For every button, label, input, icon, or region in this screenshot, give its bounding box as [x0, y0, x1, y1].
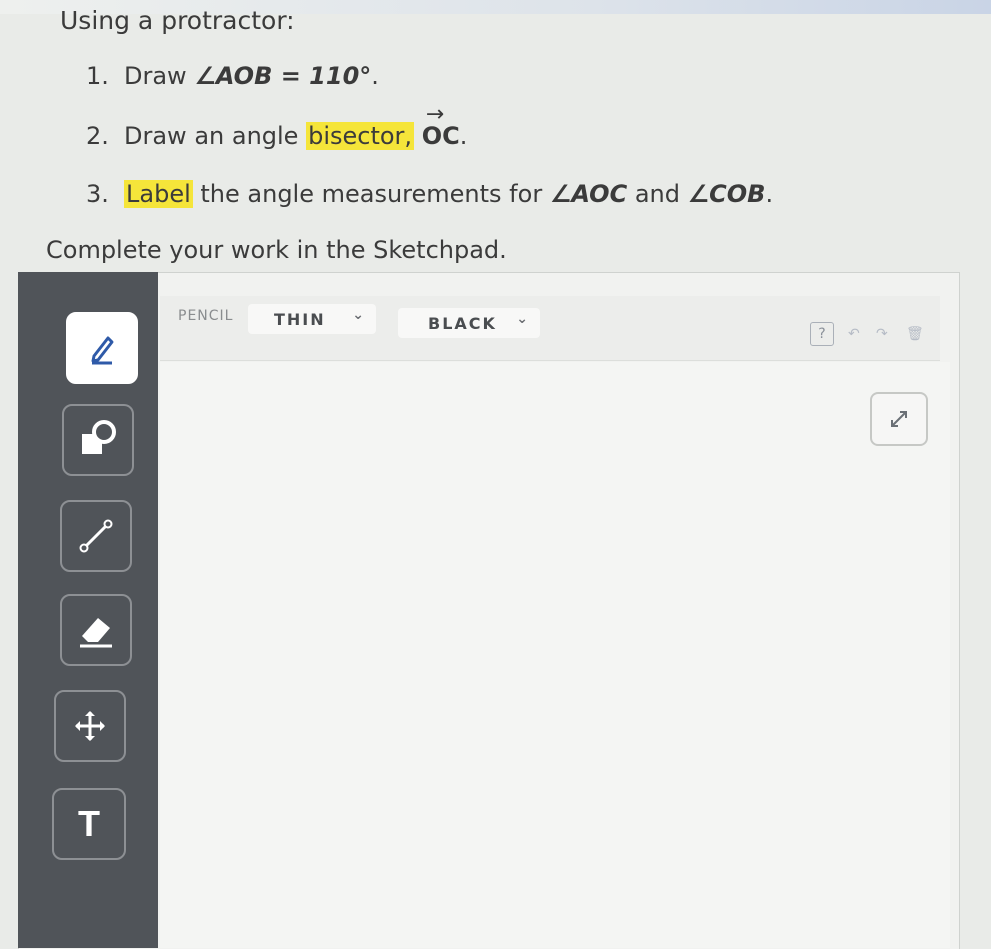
line-segment-tool-button[interactable] — [60, 500, 132, 572]
line-segment-icon — [79, 519, 113, 553]
highlighted-word: Label — [124, 180, 193, 208]
ray-oc: OC — [422, 102, 460, 150]
eraser-icon — [80, 618, 112, 648]
color-dropdown[interactable]: BLACK ⌄ — [398, 308, 540, 338]
step-1: 1. Draw ∠AOB = 110°. — [86, 62, 379, 90]
eraser-tool-button[interactable] — [60, 594, 132, 666]
tool-label: PENCIL — [178, 308, 234, 324]
step-text: the angle measurements for — [192, 180, 550, 208]
tool-sidebar: T — [18, 272, 158, 948]
angle-aoc: ∠AOC — [549, 180, 628, 208]
pencil-tool-button[interactable] — [66, 312, 138, 384]
text-tool-icon: T — [78, 803, 100, 844]
thickness-value: THIN — [274, 309, 326, 329]
shapes-tool-button[interactable] — [62, 404, 134, 476]
step-tail: . — [459, 122, 468, 150]
step-3: 3. Label the angle measurements for ∠AOC … — [86, 180, 773, 208]
step-text: Draw — [124, 62, 195, 90]
step-number: 3. — [86, 180, 109, 208]
angle-cob: ∠COB — [687, 180, 766, 208]
text-tool-button[interactable]: T — [52, 788, 126, 860]
pencil-icon — [91, 336, 114, 365]
step-2: 2. Draw an angle bisector, OC. — [86, 102, 468, 150]
chevron-down-icon: ⌄ — [516, 311, 530, 327]
color-value: BLACK — [428, 313, 497, 333]
step-number: 2. — [86, 122, 109, 150]
step-tail: . — [371, 62, 379, 90]
trash-icon[interactable]: 🗑 — [906, 326, 924, 342]
move-icon — [75, 711, 105, 741]
highlighted-word: bisector, — [306, 122, 415, 150]
shapes-icon — [82, 420, 116, 454]
intro-text: Using a protractor: — [60, 6, 295, 35]
angle-aob: ∠AOB = 110° — [194, 62, 372, 90]
step-text — [414, 122, 422, 150]
thickness-dropdown[interactable]: THIN ⌄ — [248, 304, 376, 334]
help-button[interactable]: ? — [810, 322, 834, 346]
expand-icon — [891, 411, 907, 427]
step-number: 1. — [86, 62, 109, 90]
complete-instruction: Complete your work in the Sketchpad. — [46, 236, 507, 264]
undo-icon[interactable]: ↶ — [848, 326, 860, 342]
move-tool-button[interactable] — [54, 690, 126, 762]
redo-icon[interactable]: ↷ — [876, 326, 888, 342]
fullscreen-button[interactable] — [870, 392, 928, 446]
step-text: and — [627, 180, 688, 208]
chevron-down-icon: ⌄ — [352, 307, 366, 323]
drawing-canvas[interactable] — [160, 362, 950, 948]
step-text: Draw an angle — [124, 122, 307, 150]
step-tail: . — [765, 180, 774, 208]
